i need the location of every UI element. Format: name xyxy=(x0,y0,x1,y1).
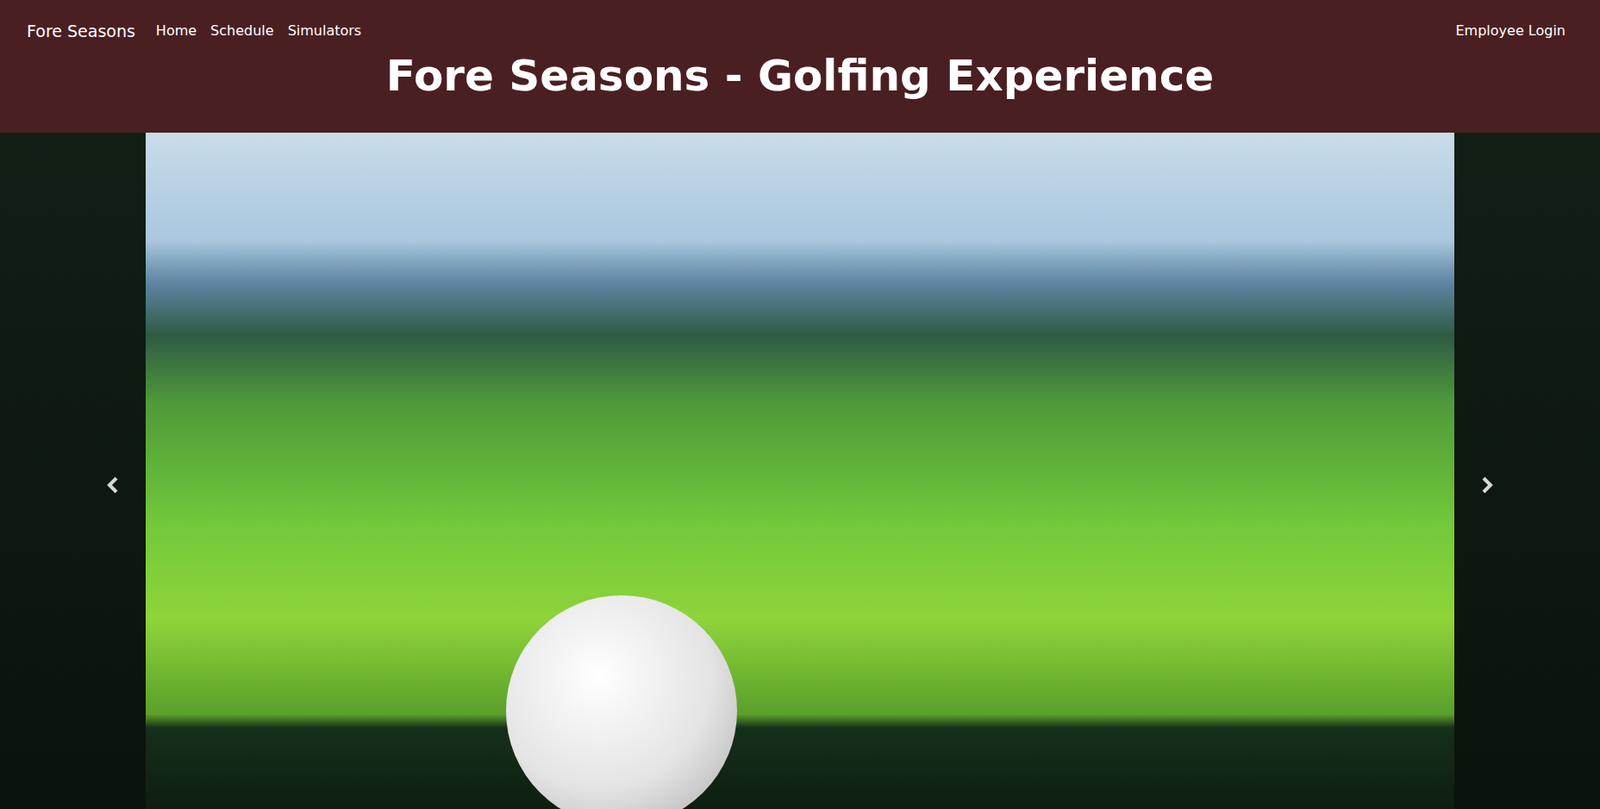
nav-link[interactable]: Home xyxy=(156,20,197,42)
page-title: Fore Seasons - Golfing Experience xyxy=(0,50,1600,121)
employee-login-link[interactable]: Employee Login xyxy=(1456,20,1567,42)
navbar: Fore Seasons Home Schedule Simulators Employ… xyxy=(0,0,1600,50)
brand-link[interactable]: Fore Seasons xyxy=(26,18,136,44)
chevron-right-button[interactable] xyxy=(1469,468,1505,503)
chevron-left-button[interactable] xyxy=(95,468,131,503)
golf-ball xyxy=(506,595,738,809)
chevron-right-icon xyxy=(1479,475,1495,495)
nav-link[interactable]: Simulators xyxy=(287,20,363,42)
chevron-left-icon xyxy=(105,475,121,495)
nav-link[interactable]: Schedule xyxy=(210,20,275,42)
site-header: Fore Seasons Home Schedule Simulators Employ… xyxy=(0,0,1600,133)
carousel xyxy=(0,132,1600,809)
carousel-photo xyxy=(145,132,1455,809)
nav-links: Home Schedule Simulators xyxy=(156,20,1457,42)
